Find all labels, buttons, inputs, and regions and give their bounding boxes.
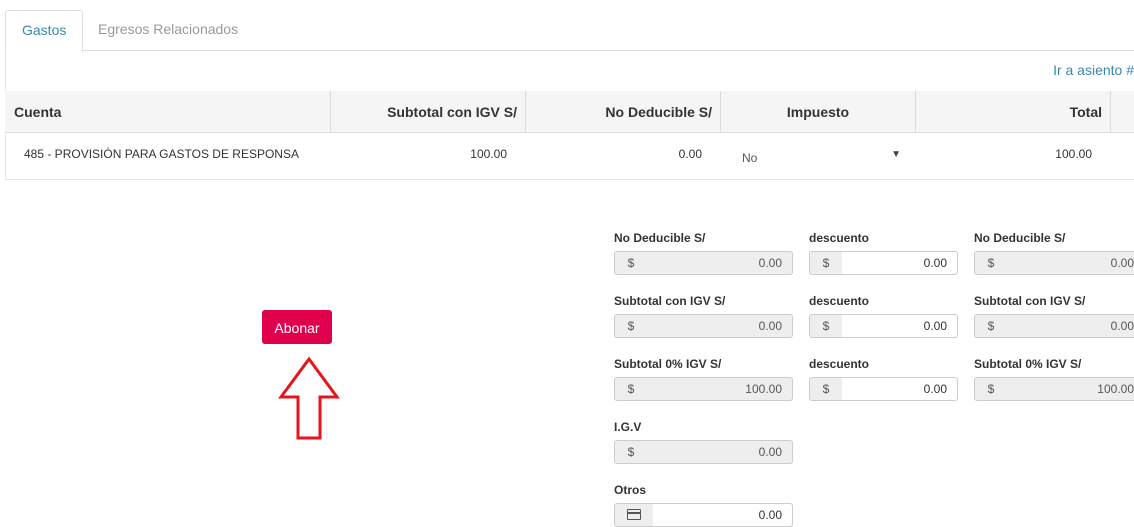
no-deducible-input-2[interactable]: 0.00	[1007, 251, 1134, 275]
cell-cuenta: 485 - PROVISIÓN PARA GASTOS DE RESPONSA	[24, 147, 299, 161]
caret-down-icon: ▼	[891, 149, 901, 160]
cell-subtotal: 100.00	[470, 147, 507, 161]
dollar-icon: $	[809, 251, 843, 275]
credit-card-icon	[614, 503, 654, 527]
label-descuento: descuento	[809, 294, 870, 308]
label-subtotal-0-igv: Subtotal 0% IGV S/	[974, 357, 1082, 371]
dollar-icon: $	[809, 377, 843, 401]
dollar-icon: $	[614, 251, 648, 275]
descuento-input[interactable]: 0.00	[842, 251, 958, 275]
subtotal-igv-field: $ 0.00	[614, 314, 793, 338]
dollar-icon: $	[614, 377, 648, 401]
descuento-input[interactable]: 0.00	[842, 377, 958, 401]
dollar-icon: $	[614, 440, 648, 464]
no-deducible-field-2: $ 0.00	[974, 251, 1134, 275]
subtotal-0-igv-input[interactable]: 100.00	[647, 377, 793, 401]
igv-input[interactable]: 0.00	[647, 440, 793, 464]
subtotal-0-igv-field: $ 100.00	[614, 377, 793, 401]
impuesto-selected-value: No	[742, 151, 758, 165]
igv-field: $ 0.00	[614, 440, 793, 464]
dollar-icon: $	[974, 377, 1008, 401]
label-descuento: descuento	[809, 357, 870, 371]
label-subtotal-0-igv: Subtotal 0% IGV S/	[614, 357, 722, 371]
header-subtotal-igv: Subtotal con IGV S/	[387, 104, 517, 120]
subtotal-igv-field-2: $ 0.00	[974, 314, 1134, 338]
header-total: Total	[1069, 104, 1102, 120]
abonar-button[interactable]: Abonar	[262, 310, 332, 344]
otros-field: 0.00	[614, 503, 793, 527]
header-impuesto: Impuesto	[786, 104, 850, 120]
tab-bar: Gastos Egresos Relacionados	[5, 10, 1134, 52]
dollar-icon: $	[974, 251, 1008, 275]
otros-input[interactable]: 0.00	[653, 503, 793, 527]
arrow-up-icon	[278, 357, 340, 440]
table-header: Cuenta Subtotal con IGV S/ No Deducible …	[5, 91, 1134, 133]
label-no-deducible: No Deducible S/	[974, 231, 1066, 245]
descuento-field: $ 0.00	[809, 314, 958, 338]
descuento-field: $ 0.00	[809, 251, 958, 275]
cell-total: 100.00	[1055, 147, 1092, 161]
header-no-deducible: No Deducible S/	[605, 104, 712, 120]
dollar-icon: $	[614, 314, 648, 338]
goto-asiento-link[interactable]: Ir a asiento #	[1053, 62, 1134, 78]
label-subtotal-igv: Subtotal con IGV S/	[974, 294, 1086, 308]
label-otros: Otros	[614, 483, 647, 497]
subtotal-0-igv-field-2: $ 100.00	[974, 377, 1134, 401]
descuento-input[interactable]: 0.00	[842, 314, 958, 338]
dollar-icon: $	[974, 314, 1008, 338]
dollar-icon: $	[809, 314, 843, 338]
subtotal-igv-input[interactable]: 0.00	[647, 314, 793, 338]
cell-no-deducible: 0.00	[678, 147, 702, 161]
no-deducible-field: $ 0.00	[614, 251, 793, 275]
table-row: 485 - PROVISIÓN PARA GASTOS DE RESPONSA …	[5, 132, 1134, 180]
tab-gastos[interactable]: Gastos	[5, 10, 84, 52]
header-cuenta: Cuenta	[14, 104, 62, 120]
label-no-deducible: No Deducible S/	[614, 231, 706, 245]
label-subtotal-igv: Subtotal con IGV S/	[614, 294, 726, 308]
subtotal-0-igv-input-2[interactable]: 100.00	[1007, 377, 1134, 401]
descuento-field: $ 0.00	[809, 377, 958, 401]
tab-egresos-relacionados[interactable]: Egresos Relacionados	[82, 10, 254, 49]
label-descuento: descuento	[809, 231, 870, 245]
label-igv: I.G.V	[614, 420, 642, 434]
subtotal-igv-input-2[interactable]: 0.00	[1007, 314, 1134, 338]
impuesto-select[interactable]: No ▼	[737, 143, 909, 171]
no-deducible-input[interactable]: 0.00	[647, 251, 793, 275]
column-divider	[1110, 91, 1111, 132]
